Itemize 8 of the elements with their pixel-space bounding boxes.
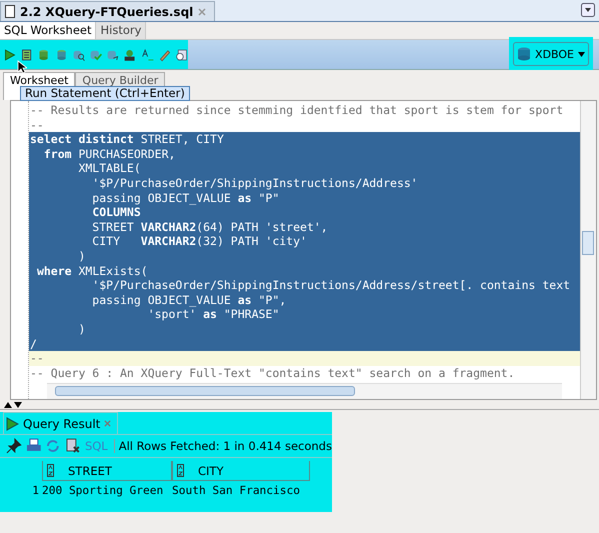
code-line: -- Results are returned since stemming identfied that sport is stem for sport [29,103,564,118]
code-line: -- [29,118,45,132]
table-cell-text: South San Francisco [172,483,301,499]
table-cell-text: 200 Sporting Green [42,483,164,499]
status-text: All Rows Fetched: 1 in 0.414 seconds [118,439,332,453]
code-line: -- Query 6 : An XQuery Full-Text "contains text" search on a fragment. [29,366,516,380]
row-number: 1 [31,483,40,499]
tooltip: Run Statement (Ctrl+Enter) [20,86,190,101]
